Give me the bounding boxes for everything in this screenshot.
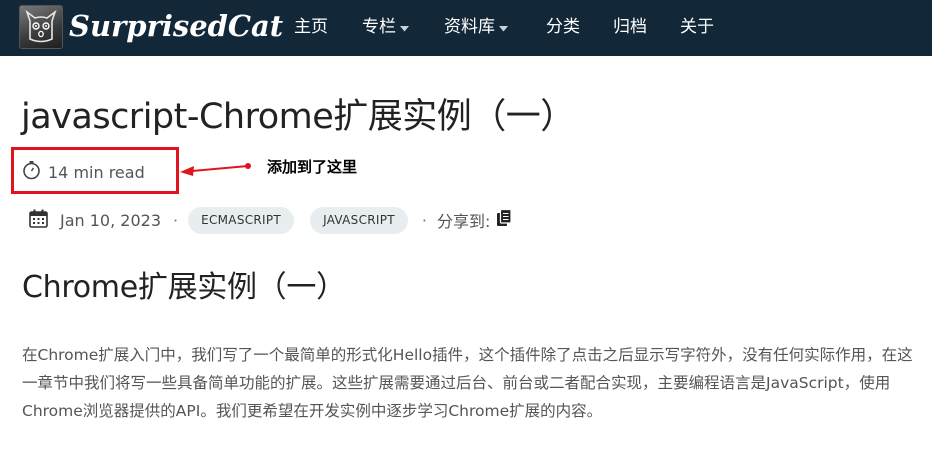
- separator-dot: ·: [421, 210, 428, 230]
- section-heading: Chrome扩展实例（一）: [22, 270, 346, 305]
- nav-item-label: 关于: [680, 17, 714, 37]
- tag-ecmascript[interactable]: ECMASCRIPT: [188, 206, 295, 234]
- nav-item-label: 主页: [294, 17, 328, 37]
- tag-javascript[interactable]: JAVASCRIPT: [310, 206, 408, 234]
- separator-dot: ·: [173, 210, 179, 230]
- post-date: Jan 10, 2023: [60, 210, 161, 230]
- nav-item-about[interactable]: 关于: [680, 14, 714, 40]
- nav-item-label: 专栏: [362, 17, 396, 37]
- stopwatch-icon: [22, 160, 41, 184]
- post-title: javascript-Chrome扩展实例（一）: [21, 97, 575, 137]
- intro-paragraph: 在Chrome扩展入门中，我们写了一个最简单的形式化Hello插件，这个插件除了…: [22, 346, 913, 420]
- cat-logo-icon[interactable]: [19, 5, 63, 49]
- nav-item-archive[interactable]: 归档: [613, 14, 647, 40]
- read-time: 14 min read: [22, 160, 145, 184]
- nav-item-home[interactable]: 主页: [294, 14, 328, 40]
- caret-down-icon: [499, 14, 508, 40]
- copy-icon[interactable]: [496, 208, 513, 231]
- brand-name[interactable]: SurprisedCat: [69, 6, 283, 46]
- share-label: 分享到:: [437, 212, 491, 231]
- nav-item-label: 分类: [546, 17, 580, 37]
- caret-down-icon: [400, 14, 409, 40]
- nav-item-library[interactable]: 资料库: [444, 14, 508, 40]
- top-navbar: SurprisedCat 主页 专栏 资料库 分类 归档 关于: [0, 0, 932, 56]
- annotation-arrow: [180, 163, 251, 176]
- nav-item-label: 资料库: [444, 17, 495, 37]
- calendar-icon: [29, 209, 48, 232]
- annotation-text: 添加到了这里: [267, 158, 358, 176]
- nav-item-label: 归档: [613, 17, 647, 37]
- post-meta: Jan 10, 2023 · ECMASCRIPT JAVASCRIPT · 分…: [29, 206, 513, 234]
- nav-item-categories[interactable]: 分类: [546, 14, 580, 40]
- read-time-text: 14 min read: [48, 162, 145, 182]
- nav-item-columns[interactable]: 专栏: [362, 14, 409, 40]
